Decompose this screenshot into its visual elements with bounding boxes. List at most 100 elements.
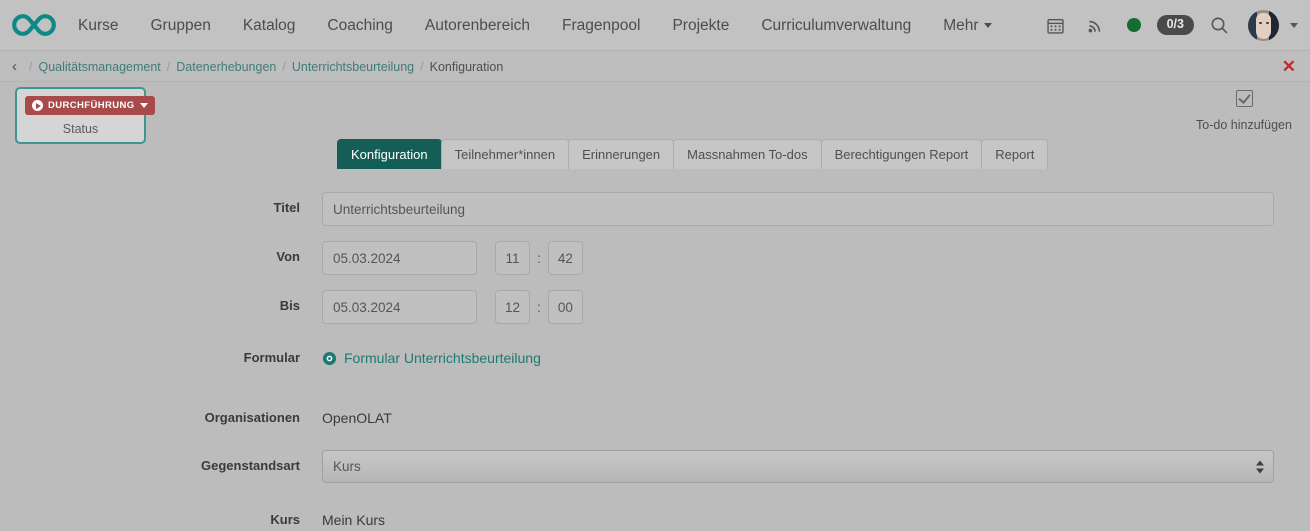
gegenstandsart-label: Gegenstandsart (201, 458, 300, 473)
tab-berechtigungen-report-label: Berechtigungen Report (834, 147, 969, 162)
nav-autorenbereich[interactable]: Autorenbereich (409, 0, 546, 51)
nav-mehr[interactable]: Mehr (927, 0, 1007, 51)
form-row-gegenstandsart: Gegenstandsart Kurs (0, 450, 1310, 483)
nav-curriculumverwaltung-label: Curriculumverwaltung (761, 16, 912, 34)
nav-coaching[interactable]: Coaching (311, 0, 409, 51)
von-date-input[interactable] (322, 241, 477, 275)
nav-kurse[interactable]: Kurse (62, 0, 135, 51)
triangle-down-icon (1256, 468, 1264, 473)
nav-projekte-label: Projekte (672, 16, 730, 34)
bis-label: Bis (279, 298, 300, 313)
rss-glyph (1088, 20, 1101, 32)
formular-label: Formular (243, 350, 300, 365)
chevron-down-icon (139, 103, 148, 108)
gegenstandsart-control: Kurs (322, 450, 1310, 483)
configuration-form: Titel Von : Bis : Formular (0, 186, 1310, 528)
titel-label: Titel (273, 200, 301, 215)
bis-hour-input[interactable] (495, 290, 530, 324)
tab-massnahmen-todos[interactable]: Massnahmen To-dos (673, 139, 822, 170)
formular-control: Formular Unterrichtsbeurteilung (322, 350, 1310, 366)
tab-report-label: Report (995, 147, 1035, 162)
primary-nav: Kurse Gruppen Katalog Coaching Autorenbe… (62, 0, 1008, 51)
nav-autorenbereich-label: Autorenbereich (424, 16, 531, 34)
avatar-face (1256, 12, 1271, 39)
form-row-organisationen: Organisationen OpenOLAT (0, 410, 1310, 426)
user-avatar[interactable] (1248, 9, 1279, 41)
von-hour-input[interactable] (495, 241, 530, 275)
avatar-eye-left (1259, 21, 1262, 24)
todo-count-badge[interactable]: 0/3 (1156, 15, 1194, 35)
checkbox-checked-icon (1235, 90, 1253, 107)
nav-fragenpool[interactable]: Fragenpool (546, 0, 656, 51)
tab-teilnehmerinnen[interactable]: Teilnehmer*innen (440, 139, 570, 170)
breadcrumb-item-qualitaetsmanagement[interactable]: Qualitätsmanagement (38, 60, 160, 74)
tab-konfiguration-label: Konfiguration (351, 147, 428, 162)
tab-konfiguration[interactable]: Konfiguration (337, 139, 442, 170)
form-row-formular: Formular Formular Unterrichtsbeurteilung (0, 350, 1310, 366)
breadcrumb-item-konfiguration: Konfiguration (429, 59, 504, 74)
tab-massnahmen-todos-label: Massnahmen To-dos (687, 147, 808, 162)
rss-icon[interactable] (1077, 0, 1115, 51)
status-caption: Status (62, 122, 99, 136)
kurs-label: Kurs (270, 512, 300, 527)
avatar-eye-right (1266, 21, 1269, 24)
tab-erinnerungen[interactable]: Erinnerungen (568, 139, 675, 170)
status-box: DURCHFÜHRUNG Status (15, 87, 155, 144)
user-menu-chevron-down-icon[interactable] (1290, 22, 1298, 28)
formular-link[interactable]: Formular Unterrichtsbeurteilung (322, 350, 541, 366)
calendar-glyph (1047, 18, 1064, 34)
breadcrumb-bar: ‹ / Qualitätsmanagement / Datenerhebunge… (0, 52, 1310, 82)
navbar-actions: 0/3 (1037, 0, 1310, 51)
breadcrumb-separator: / (166, 59, 171, 74)
search-icon[interactable] (1200, 0, 1238, 51)
nav-gruppen-label: Gruppen (150, 16, 211, 34)
nav-curriculumverwaltung[interactable]: Curriculumverwaltung (745, 0, 927, 51)
nav-katalog[interactable]: Katalog (227, 0, 312, 51)
presence-status-dot[interactable] (1126, 18, 1141, 32)
top-navbar: Kurse Gruppen Katalog Coaching Autorenbe… (0, 0, 1310, 51)
close-icon[interactable]: ✕ (1282, 58, 1296, 75)
nav-gruppen[interactable]: Gruppen (135, 0, 227, 51)
openolat-infinity-logo[interactable] (0, 13, 62, 37)
status-badge[interactable]: DURCHFÜHRUNG (25, 96, 155, 115)
select-arrows-icon (1256, 460, 1264, 473)
von-label: Von (276, 249, 300, 264)
form-row-von: Von : (0, 241, 1310, 275)
nav-mehr-label: Mehr (943, 16, 979, 34)
gegenstandsart-select[interactable]: Kurs (322, 450, 1274, 483)
tab-berechtigungen-report[interactable]: Berechtigungen Report (820, 139, 983, 170)
kurs-value: Mein Kurs (322, 512, 386, 528)
form-row-titel: Titel (0, 192, 1310, 226)
organisationen-value: OpenOLAT (322, 410, 392, 426)
nav-katalog-label: Katalog (242, 16, 296, 34)
form-row-bis: Bis : (0, 290, 1310, 324)
nav-coaching-label: Coaching (327, 16, 393, 34)
organisationen-control: OpenOLAT (322, 410, 1310, 426)
breadcrumb-back-icon[interactable]: ‹ (12, 59, 23, 74)
bis-control: : (322, 290, 1310, 324)
breadcrumb-separator: / (29, 59, 33, 74)
gegenstandsart-selected-value: Kurs (333, 459, 361, 474)
formular-link-text: Formular Unterrichtsbeurteilung (344, 350, 541, 366)
add-todo-button[interactable]: To-do hinzufügen (1192, 90, 1296, 132)
von-time-colon: : (537, 250, 541, 266)
bis-minute-input[interactable] (547, 290, 583, 324)
kurs-control: Mein Kurs (322, 512, 1310, 528)
breadcrumb-separator: / (282, 59, 286, 74)
search-glyph (1211, 17, 1227, 33)
tab-bar: Konfiguration Teilnehmer*innen Erinnerun… (337, 139, 1049, 170)
eye-glyph (322, 351, 337, 365)
play-circle-icon (32, 100, 43, 111)
breadcrumb-item-datenerhebungen[interactable]: Datenerhebungen (176, 60, 276, 74)
triangle-up-icon (1256, 460, 1264, 465)
breadcrumb-item-unterrichtsbeurteilung[interactable]: Unterrichtsbeurteilung (292, 60, 414, 74)
von-minute-input[interactable] (547, 241, 583, 275)
bis-date-input[interactable] (322, 290, 477, 324)
status-badge-label: DURCHFÜHRUNG (48, 100, 135, 111)
titel-input[interactable] (322, 192, 1274, 226)
nav-projekte[interactable]: Projekte (656, 0, 745, 51)
calendar-icon[interactable] (1037, 0, 1075, 51)
chevron-down-icon (983, 22, 992, 28)
add-todo-label: To-do hinzufügen (1196, 118, 1292, 132)
tab-report[interactable]: Report (981, 139, 1049, 170)
